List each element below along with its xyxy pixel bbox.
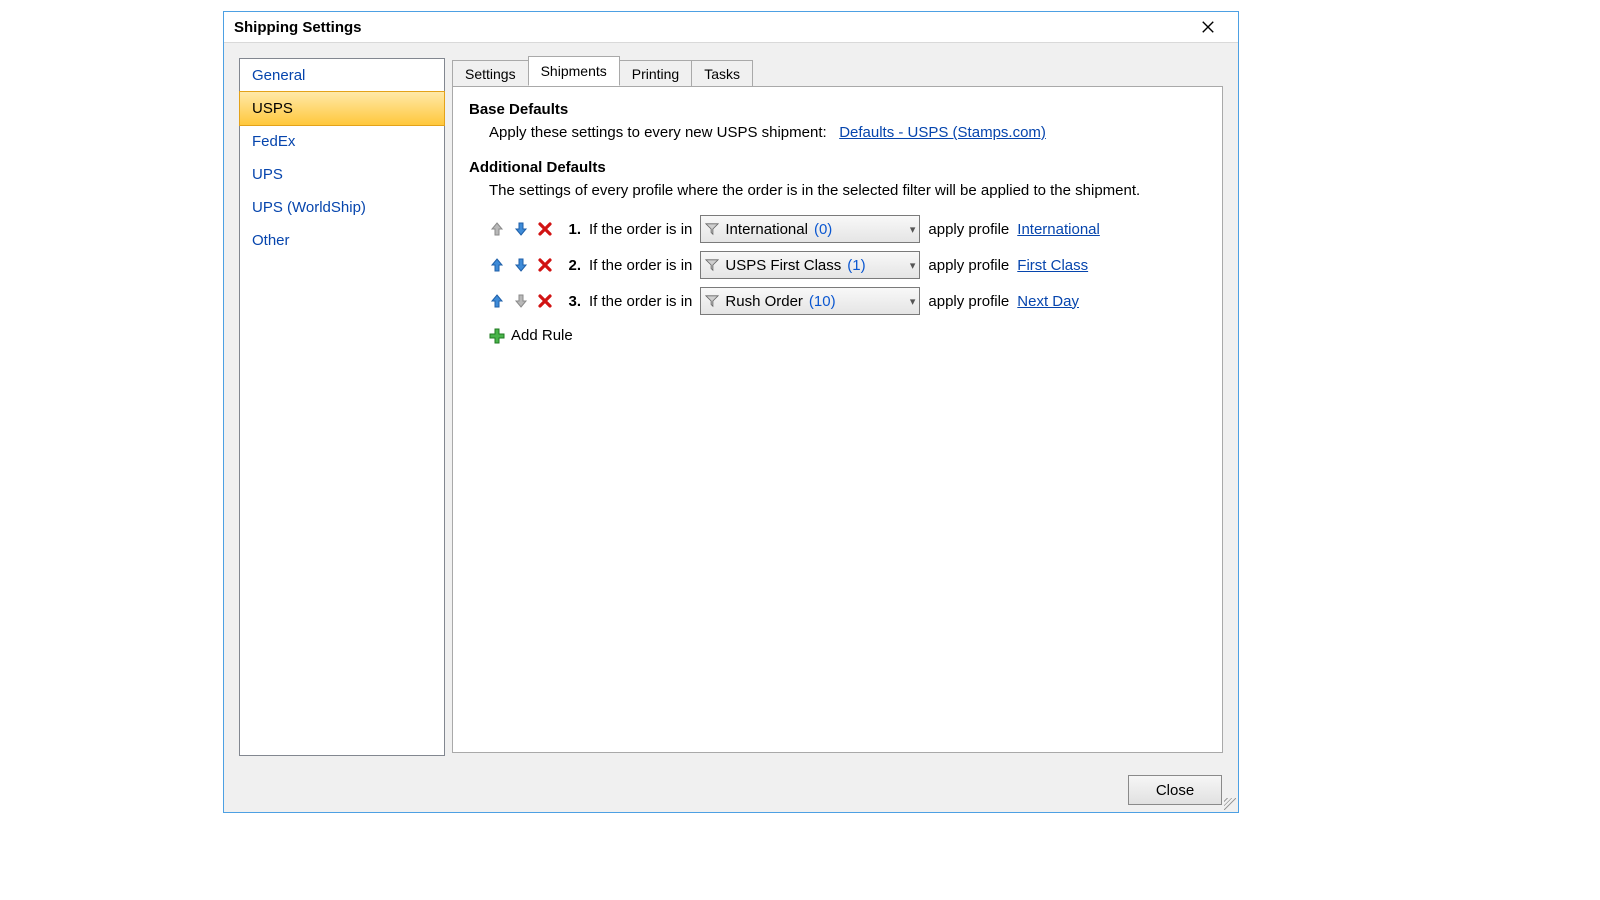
- tab-bar: Settings Shipments Printing Tasks: [452, 58, 752, 86]
- rule-row: 1. If the order is in International (0) …: [489, 211, 1206, 247]
- add-rule-button[interactable]: Add Rule: [489, 327, 1206, 344]
- arrow-up-icon[interactable]: [489, 257, 505, 273]
- sidebar: General USPS FedEx UPS UPS (WorldShip) O…: [239, 58, 445, 756]
- rules-list: 1. If the order is in International (0) …: [489, 211, 1206, 344]
- titlebar: Shipping Settings: [224, 12, 1238, 43]
- profile-link[interactable]: First Class: [1017, 257, 1088, 274]
- sidebar-item-other[interactable]: Other: [240, 224, 444, 257]
- plus-icon: [489, 328, 505, 344]
- base-defaults-row: Apply these settings to every new USPS s…: [489, 124, 1206, 141]
- sidebar-item-usps[interactable]: USPS: [239, 91, 445, 126]
- filter-dropdown[interactable]: USPS First Class (1) ▾: [700, 251, 920, 279]
- filter-dropdown[interactable]: Rush Order (10) ▾: [700, 287, 920, 315]
- filter-name: International: [725, 221, 808, 238]
- filter-dropdown[interactable]: International (0) ▾: [700, 215, 920, 243]
- base-defaults-heading: Base Defaults: [469, 101, 1206, 118]
- arrow-up-icon[interactable]: [489, 293, 505, 309]
- tab-tasks[interactable]: Tasks: [691, 60, 753, 87]
- arrow-up-icon[interactable]: [489, 221, 505, 237]
- arrow-down-icon[interactable]: [513, 257, 529, 273]
- add-rule-label: Add Rule: [511, 327, 573, 344]
- sidebar-item-ups-worldship[interactable]: UPS (WorldShip): [240, 191, 444, 224]
- rule-index: 2.: [561, 257, 581, 274]
- delete-icon[interactable]: [537, 221, 553, 237]
- chevron-down-icon: ▾: [910, 259, 916, 272]
- filter-name: Rush Order: [725, 293, 803, 310]
- funnel-icon: [705, 222, 719, 236]
- rule-condition-prefix: If the order is in: [589, 257, 692, 274]
- shipping-settings-dialog: Shipping Settings General USPS FedEx UPS…: [223, 11, 1239, 813]
- rule-index: 3.: [561, 293, 581, 310]
- tab-page-shipments: Base Defaults Apply these settings to ev…: [452, 86, 1223, 753]
- chevron-down-icon: ▾: [910, 295, 916, 308]
- delete-icon[interactable]: [537, 293, 553, 309]
- profile-link[interactable]: International: [1017, 221, 1100, 238]
- tab-printing[interactable]: Printing: [619, 60, 692, 87]
- apply-profile-label: apply profile: [928, 257, 1009, 274]
- filter-count: (1): [847, 257, 865, 274]
- chevron-down-icon: ▾: [910, 223, 916, 236]
- rule-row: 2. If the order is in USPS First Class (…: [489, 247, 1206, 283]
- profile-link[interactable]: Next Day: [1017, 293, 1079, 310]
- close-icon[interactable]: [1186, 13, 1230, 41]
- resize-grip[interactable]: [1224, 798, 1236, 810]
- close-button[interactable]: Close: [1128, 775, 1222, 805]
- apply-profile-label: apply profile: [928, 221, 1009, 238]
- arrow-down-icon[interactable]: [513, 221, 529, 237]
- delete-icon[interactable]: [537, 257, 553, 273]
- sidebar-item-ups[interactable]: UPS: [240, 158, 444, 191]
- funnel-icon: [705, 294, 719, 308]
- filter-count: (10): [809, 293, 836, 310]
- rule-condition-prefix: If the order is in: [589, 221, 692, 238]
- filter-name: USPS First Class: [725, 257, 841, 274]
- funnel-icon: [705, 258, 719, 272]
- tab-shipments[interactable]: Shipments: [528, 56, 620, 86]
- tab-settings[interactable]: Settings: [452, 60, 529, 87]
- additional-defaults-heading: Additional Defaults: [469, 159, 1206, 176]
- arrow-down-icon[interactable]: [513, 293, 529, 309]
- sidebar-item-general[interactable]: General: [240, 59, 444, 92]
- dialog-footer: Close: [224, 768, 1238, 812]
- additional-defaults-text: The settings of every profile where the …: [489, 182, 1206, 199]
- filter-count: (0): [814, 221, 832, 238]
- sidebar-item-fedex[interactable]: FedEx: [240, 125, 444, 158]
- base-defaults-link[interactable]: Defaults - USPS (Stamps.com): [839, 124, 1046, 141]
- rule-index: 1.: [561, 221, 581, 238]
- apply-profile-label: apply profile: [928, 293, 1009, 310]
- base-defaults-text: Apply these settings to every new USPS s…: [489, 124, 827, 141]
- rule-condition-prefix: If the order is in: [589, 293, 692, 310]
- rule-row: 3. If the order is in Rush Order (10) ▾ …: [489, 283, 1206, 319]
- window-title: Shipping Settings: [232, 19, 362, 36]
